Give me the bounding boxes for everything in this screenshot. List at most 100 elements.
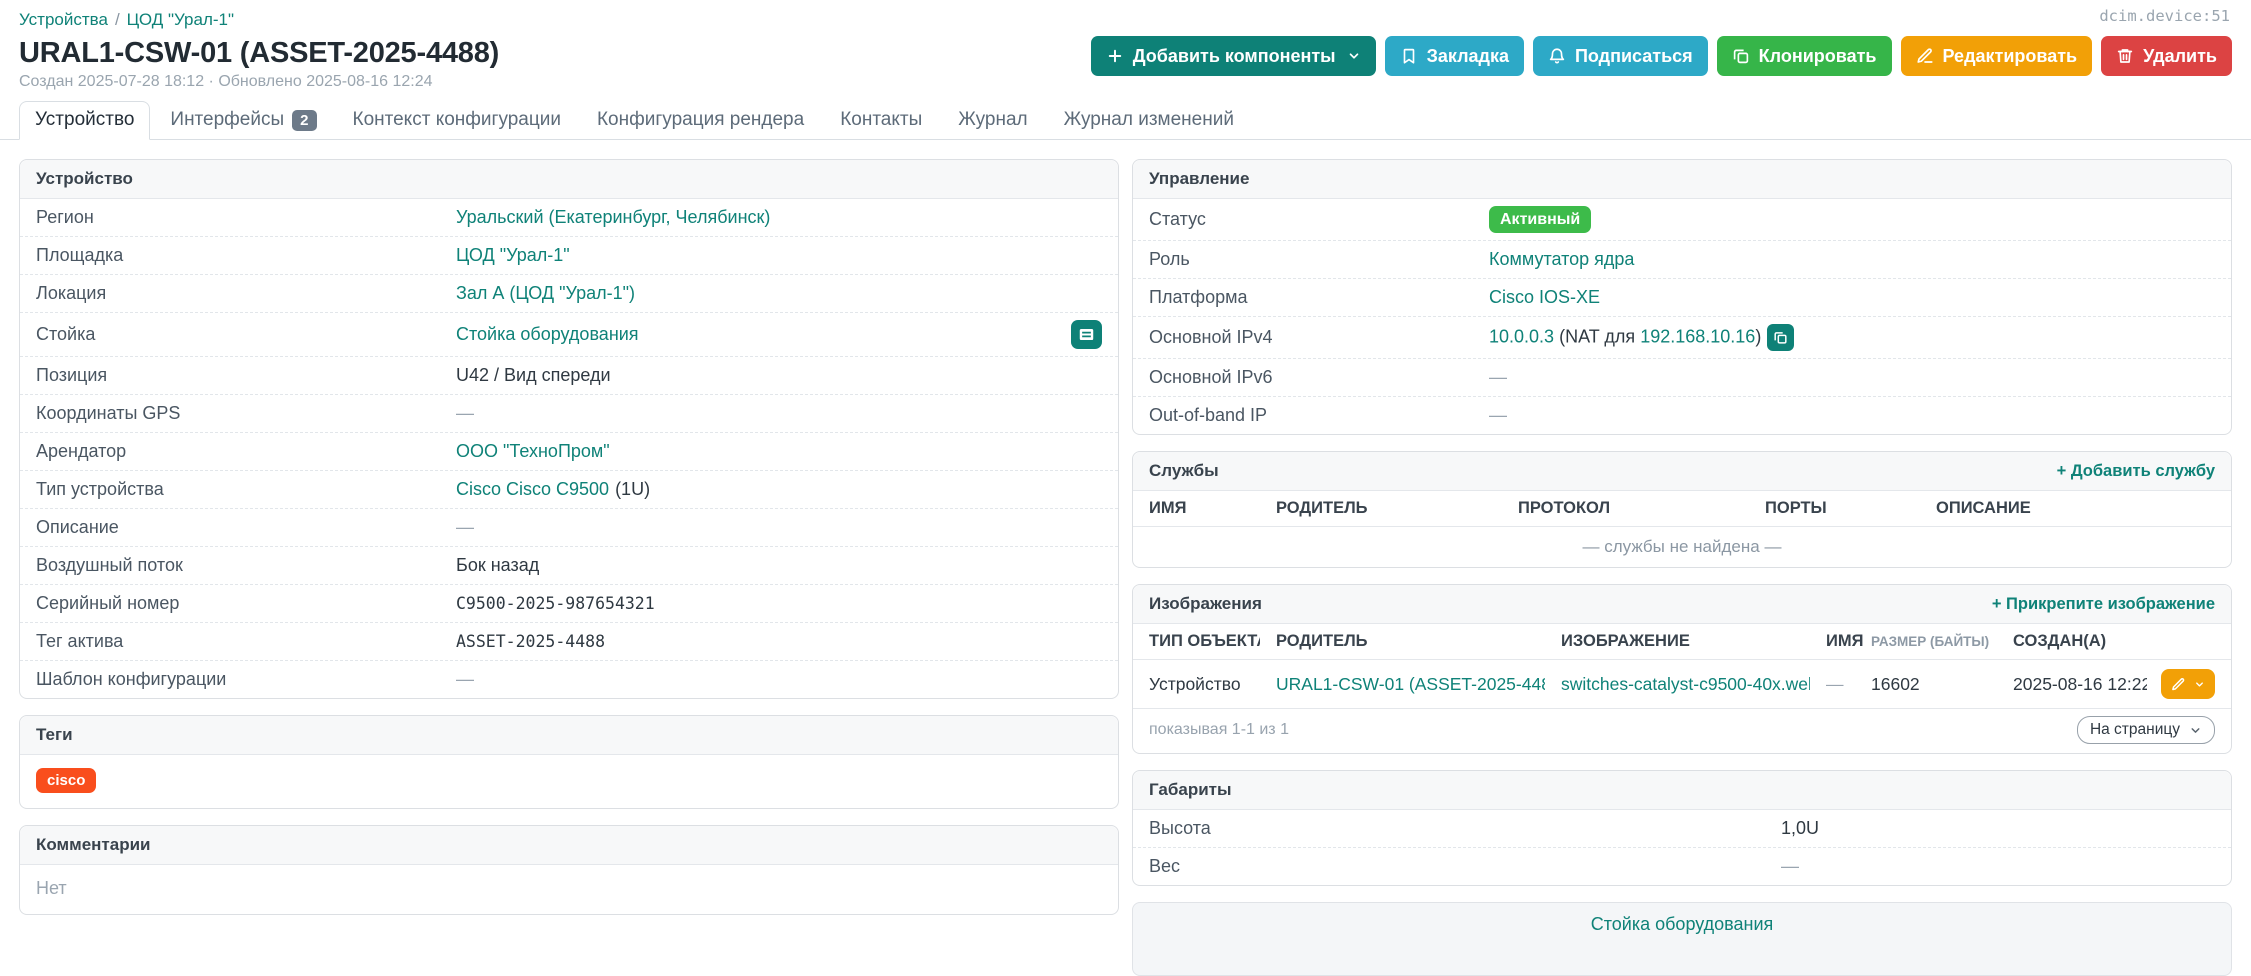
tab-interfaces[interactable]: Интерфейсы 2 [154,101,332,140]
tag-cisco[interactable]: cisco [36,768,97,793]
comments-empty-value: Нет [36,878,67,898]
col-header-parent[interactable]: РОДИТЕЛЬ [1260,491,1502,527]
tab-render-config[interactable]: Конфигурация рендера [581,101,820,140]
attr-row-primary-ipv4: Основной IPv4 10.0.0.3 (NAT для 192.168.… [1133,316,2231,358]
col-header-name[interactable]: ИМЯ [1810,624,1865,660]
attr-label: Регион [36,207,94,227]
image-parent-link[interactable]: URAL1-CSW-01 (ASSET-2025-4488) [1276,674,1545,694]
page-header: dcim.device:51 Устройства / ЦОД "Урал-1" U… [0,0,2251,91]
page-content: Устройство Регион Уральский (Екатеринбур… [0,140,2251,976]
services-table: ИМЯ РОДИТЕЛЬ ПРОТОКОЛ ПОРТЫ ОПИСАНИЕ — с… [1133,491,2231,567]
attr-label: Тип устройства [36,479,164,499]
col-header-object-type[interactable]: ТИП ОБЪЕКТА [1133,624,1260,660]
attr-label: Воздушный поток [36,555,183,575]
primary-ipv4-link[interactable]: 10.0.0.3 [1489,326,1554,346]
image-name-empty: — [1826,673,1844,694]
images-pager: показывая 1-1 из 1 На страницу [1133,709,2231,753]
left-column: Устройство Регион Уральский (Екатеринбур… [19,159,1119,915]
add-components-label: Добавить компоненты [1132,45,1336,66]
col-header-image[interactable]: ИЗОБРАЖЕНИЕ [1545,624,1810,660]
config-template-empty-value: — [456,669,474,689]
trash-icon [2117,49,2133,63]
attr-row-asset-tag: Тег актива ASSET-2025-4488 [20,622,1118,660]
col-header-created[interactable]: СОЗДАН(А) [1997,624,2147,660]
tab-contacts-label: Контакты [840,109,923,130]
clone-button[interactable]: Клонировать [1716,36,1892,76]
col-header-description[interactable]: ОПИСАНИЕ [1920,491,2231,527]
breadcrumb-site[interactable]: ЦОД "Урал-1" [127,10,234,29]
tenant-link[interactable]: ООО "ТехноПром" [456,440,610,463]
breadcrumb-devices[interactable]: Устройства [19,10,108,29]
attach-image-link[interactable]: Прикрепите изображение [1992,595,2215,614]
tab-render-config-label: Конфигурация рендера [596,109,805,130]
bell-icon [1549,48,1565,64]
col-header-name[interactable]: ИМЯ [1133,491,1260,527]
description-empty-value: — [456,517,474,537]
delete-button[interactable]: Удалить [2101,36,2232,76]
location-link[interactable]: Зал А (ЦОД "Урал-1") [456,282,635,305]
chevron-down-icon [1349,53,1358,59]
role-link[interactable]: Коммутатор ядра [1489,248,1634,271]
device-type-link[interactable]: Cisco Cisco C9500 [456,478,609,501]
platform-link[interactable]: Cisco IOS-XE [1489,286,1600,309]
services-table-header-row: ИМЯ РОДИТЕЛЬ ПРОТОКОЛ ПОРТЫ ОПИСАНИЕ [1133,491,2231,527]
ipv6-empty-value: — [1489,367,1507,387]
images-card: Изображения Прикрепите изображение ТИП О… [1132,584,2232,754]
services-card-title: Службы [1149,461,1219,480]
image-file-link[interactable]: switches-catalyst-c9500-40x.webp [1561,674,1810,694]
attr-label: Шаблон конфигурации [36,669,227,689]
rack-elevation-link[interactable]: Стойка оборудования [1591,914,1774,934]
attr-row-primary-ipv6: Основной IPv6 — [1133,358,2231,396]
tags-card-header: Теги [20,716,1118,755]
clone-label: Клонировать [1758,45,1877,66]
nat-ip-link[interactable]: 192.168.10.16 [1640,326,1755,346]
col-header-protocol[interactable]: ПРОТОКОЛ [1502,491,1749,527]
attr-row-device-type: Тип устройства Cisco Cisco C9500 (1U) [20,470,1118,508]
add-service-link[interactable]: Добавить службу [2057,462,2215,481]
tab-config-context[interactable]: Контекст конфигурации [337,101,577,140]
pencil-icon [1916,48,1933,63]
tab-changelog-label: Журнал изменений [1063,109,1234,130]
subscribe-button[interactable]: Подписаться [1532,36,1708,76]
images-card-title: Изображения [1149,594,1262,613]
dimensions-card-title: Габариты [1149,780,1232,799]
height-value: 1,0U [1781,818,1820,838]
dimensions-card: Габариты Высота 1,0U Вес — [1132,770,2232,886]
interfaces-count-badge: 2 [292,109,317,131]
add-components-button[interactable]: Добавить компоненты [1090,36,1376,76]
management-card-header: Управление [1133,160,2231,199]
attr-label: Стойка [36,324,96,344]
services-card: Службы Добавить службу ИМЯ РОДИТЕЛЬ ПРОТ… [1132,451,2232,568]
tab-journal[interactable]: Журнал [942,101,1043,140]
region-link[interactable]: Уральский (Екатеринбург, Челябинск) [456,206,770,229]
site-link[interactable]: ЦОД "Урал-1" [456,244,570,267]
bookmark-button[interactable]: Закладка [1384,36,1524,76]
tab-contacts[interactable]: Контакты [824,101,938,140]
tab-changelog[interactable]: Журнал изменений [1048,101,1250,140]
col-header-actions [2147,624,2231,660]
edit-button[interactable]: Редактировать [1900,36,2093,76]
bookmark-icon [1403,48,1414,64]
device-type-height: (1U) [615,479,651,499]
oob-empty-value: — [1489,405,1507,425]
image-created: 2025-08-16 12:22:38 [1997,659,2147,709]
edit-label: Редактировать [1942,45,2078,66]
per-page-label: На страницу [2089,721,2180,738]
attr-label: Вес [1149,856,1181,876]
image-edit-button[interactable] [2161,669,2215,699]
attr-label: Тег актива [36,631,124,651]
tab-bar: Устройство Интерфейсы 2 Контекст конфигур… [0,101,2251,140]
col-header-parent[interactable]: РОДИТЕЛЬ [1260,624,1545,660]
tab-device[interactable]: Устройство [19,101,151,140]
col-header-ports[interactable]: ПОРТЫ [1749,491,1920,527]
rack-elevation-button[interactable] [1071,320,1102,349]
attr-row-position: Позиция U42 / Вид спереди [20,356,1118,394]
copy-ip-button[interactable] [1767,324,1795,351]
per-page-select[interactable]: На страницу [2076,716,2215,744]
attr-label: Координаты GPS [36,403,181,423]
breadcrumb: Устройства / ЦОД "Урал-1" [19,10,2232,30]
comments-card-body: Нет [20,865,1118,914]
rack-elevation-icon [1079,328,1094,341]
attr-label: Арендатор [36,441,127,461]
rack-link[interactable]: Стойка оборудования [456,323,639,346]
